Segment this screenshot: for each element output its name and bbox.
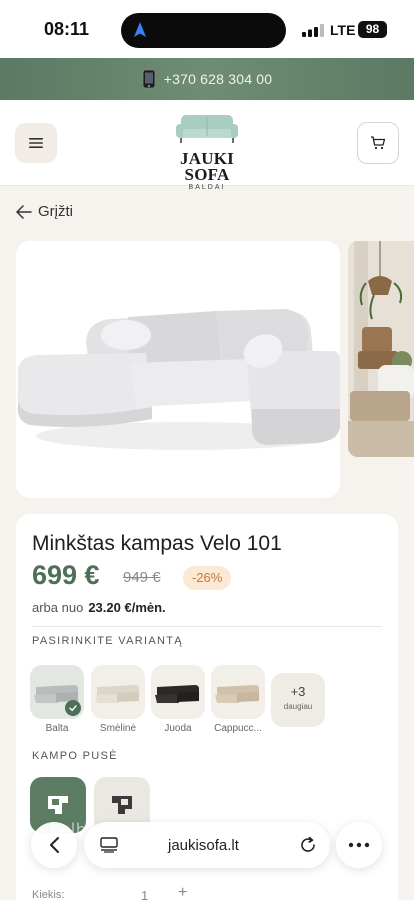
- site-header: JAUKI SOFA BALDAI: [0, 100, 414, 191]
- variant-section-title: PASIRINKITE VARIANTĄ: [32, 635, 183, 647]
- phone-number[interactable]: +370 628 304 00: [164, 71, 273, 87]
- product-old-price: 949 €: [123, 569, 161, 586]
- menu-button[interactable]: [15, 123, 57, 163]
- variant-option-balta[interactable]: Balta: [30, 665, 84, 734]
- announcement-bar[interactable]: +370 628 304 00: [0, 58, 414, 100]
- sofa-thumb-image: [155, 685, 199, 703]
- check-icon: [65, 700, 81, 716]
- hamburger-icon: [29, 138, 43, 148]
- cart-button[interactable]: [357, 122, 399, 164]
- variant-option-juoda[interactable]: Juoda: [151, 665, 205, 734]
- status-bar: 08:11 LTE 98: [0, 0, 414, 58]
- signal-icon: [302, 24, 324, 37]
- sofa-product-image: [17, 309, 340, 450]
- tabs-icon: [100, 837, 118, 853]
- logo-text: JAUKI SOFA: [180, 149, 234, 184]
- site-logo[interactable]: JAUKI SOFA BALDAI: [160, 114, 254, 191]
- product-title: Minkštas kampas Velo 101: [32, 532, 282, 555]
- variant-label: Juoda: [164, 723, 192, 734]
- phone-icon: [142, 69, 156, 89]
- more-variants-button[interactable]: +3 daugiau: [271, 673, 325, 727]
- browser-back-button[interactable]: [31, 822, 77, 868]
- more-variants-count: +3: [290, 684, 306, 699]
- product-price: 699 €: [32, 560, 100, 590]
- sofa-thumb-image: [95, 685, 139, 703]
- installment-prefix: arba nuo: [32, 600, 84, 615]
- logo-subtext: BALDAI: [188, 184, 226, 191]
- variant-label: Balta: [45, 723, 69, 734]
- variant-thumb: [91, 665, 145, 719]
- divider: [32, 626, 382, 627]
- corner-side-title: KAMPO PUSĖ: [32, 750, 118, 762]
- reload-icon[interactable]: [299, 836, 317, 854]
- address-bar[interactable]: jaukisofa.lt: [84, 822, 330, 868]
- installment-value: 23.20 €/mėn.: [88, 600, 166, 615]
- location-arrow-icon: [134, 22, 146, 37]
- corner-right-icon: [112, 796, 132, 814]
- corner-left-icon: [48, 796, 68, 814]
- sofa-logo-icon: [176, 115, 238, 143]
- variant-option-cappuccino[interactable]: Cappucc...: [211, 665, 265, 734]
- product-image-main[interactable]: [16, 241, 340, 498]
- quantity-value[interactable]: 1: [141, 888, 148, 900]
- variant-thumb: [151, 665, 205, 719]
- back-label: Grįžti: [38, 203, 73, 220]
- product-image-next[interactable]: [348, 241, 414, 457]
- installment-info: arba nuo 23.20 €/mėn.: [32, 600, 166, 615]
- status-time: 08:11: [44, 19, 90, 39]
- variant-option-smeline[interactable]: Smėlinė: [91, 665, 145, 734]
- chevron-left-icon: [50, 837, 59, 853]
- more-dots-icon: [348, 842, 370, 848]
- discount-badge: -26%: [183, 566, 232, 590]
- variant-thumb: [211, 665, 265, 719]
- variant-thumb: [30, 665, 84, 719]
- quantity-label: Kiekis:: [32, 889, 65, 900]
- back-link[interactable]: Grįžti: [16, 203, 73, 220]
- battery-indicator: 98: [358, 21, 387, 38]
- network-type: LTE: [330, 22, 356, 38]
- arrow-left-icon: [16, 204, 32, 219]
- variant-label: Cappucc...: [214, 723, 262, 734]
- url-text: jaukisofa.lt: [168, 837, 239, 854]
- variant-label: Smėlinė: [99, 723, 137, 734]
- room-photo-image: [348, 241, 414, 457]
- browser-more-button[interactable]: [336, 822, 382, 868]
- more-variants-label: daugiau: [283, 702, 313, 711]
- quantity-plus-button[interactable]: +: [178, 884, 187, 900]
- dynamic-island: [121, 13, 286, 48]
- cart-icon: [371, 136, 386, 150]
- sofa-thumb-image: [215, 685, 259, 703]
